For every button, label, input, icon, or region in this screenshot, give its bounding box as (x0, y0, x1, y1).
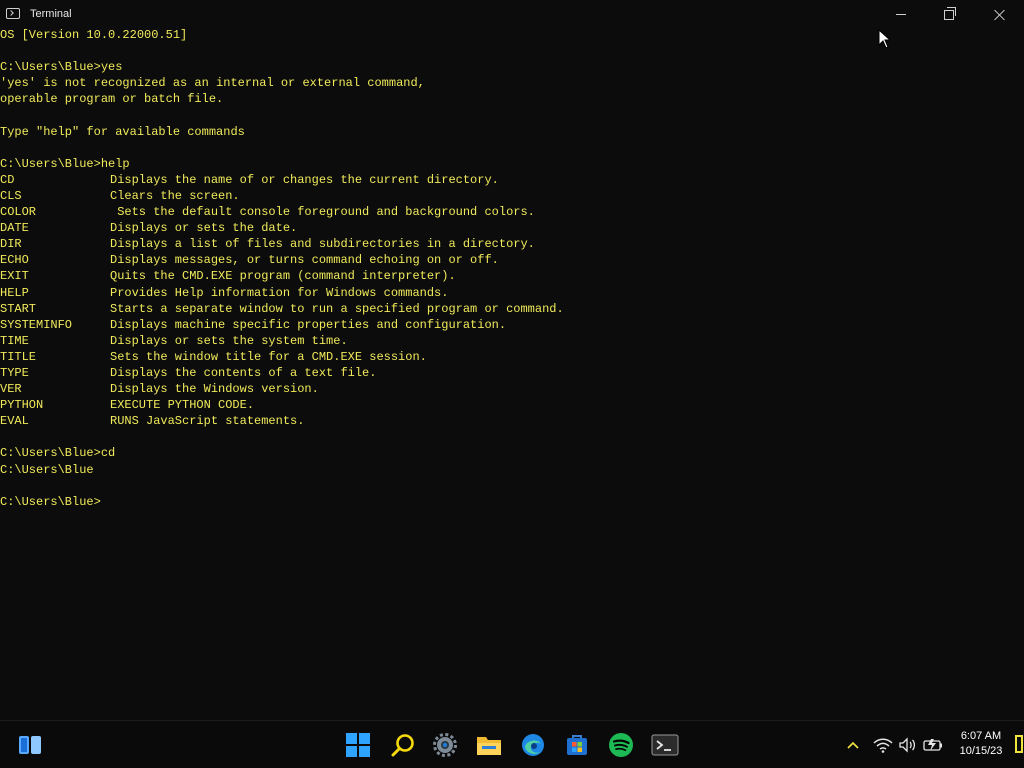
help-description: Quits the CMD.EXE program (command inter… (110, 269, 456, 284)
help-description: Displays a list of files and subdirector… (110, 237, 535, 252)
clock-date: 10/15/23 (959, 745, 1003, 757)
mouse-cursor-icon (878, 29, 890, 49)
maximize-button[interactable] (926, 0, 972, 29)
help-entry: EXIT Quits the CMD.EXE program (command i… (0, 268, 1024, 284)
help-command: EVAL (0, 414, 29, 429)
help-command: ECHO (0, 253, 29, 268)
wifi-icon[interactable] (873, 731, 893, 759)
volume-icon[interactable] (898, 731, 918, 759)
search-icon[interactable] (389, 731, 417, 759)
restore-icon (944, 6, 956, 20)
settings-icon[interactable] (431, 731, 459, 759)
help-command: START (0, 301, 37, 316)
close-button[interactable] (976, 0, 1022, 29)
console-output[interactable]: OS [Version 10.0.22000.51] C:\Users\Blue>… (0, 27, 1024, 717)
console-line: OS [Version 10.0.22000.51] (0, 28, 188, 42)
help-entry: COLOR Sets the default console foregroun… (0, 204, 1024, 220)
help-command: COLOR (0, 205, 37, 220)
help-entry: ECHO Displays messages, or turns command … (0, 252, 1024, 268)
help-entry: EVAL RUNS JavaScript statements. (0, 413, 1024, 429)
minimize-icon (896, 14, 906, 15)
terminal-window: Terminal OS [Version 10.0.22000.51] C:\Us… (0, 0, 1024, 720)
console-line: C:\Users\Blue> (0, 494, 101, 509)
help-description: Displays messages, or turns command echo… (110, 253, 499, 268)
help-description: RUNS JavaScript statements. (110, 414, 305, 429)
terminal-icon[interactable] (651, 731, 679, 759)
help-entry: CD Displays the name of or changes the cu… (0, 172, 1024, 188)
help-description: Provides Help information for Windows co… (110, 285, 449, 300)
help-entry: PYTHON EXECUTE PYTHON CODE. (0, 397, 1024, 413)
spotify-icon[interactable] (607, 731, 635, 759)
help-entry: SYSTEMINFO Displays machine specific prop… (0, 317, 1024, 333)
help-entry: TITLE Sets the window title for a CMD.EXE… (0, 349, 1024, 365)
edge-icon[interactable] (519, 731, 547, 759)
help-description: Displays or sets the date. (110, 221, 298, 236)
help-description: Sets the window title for a CMD.EXE sess… (110, 349, 427, 364)
help-command: CD (0, 172, 15, 187)
store-icon[interactable] (563, 731, 591, 759)
help-entry: DIR Displays a list of files and subdirec… (0, 236, 1024, 252)
help-description: Sets the default console foreground and … (110, 205, 535, 220)
start-icon[interactable] (344, 731, 372, 759)
taskbar: 6:07 AM 10/15/23 (0, 720, 1024, 768)
help-command: TYPE (0, 365, 29, 380)
window-title: Terminal (30, 8, 72, 20)
help-description: Displays the name of or changes the curr… (110, 172, 499, 187)
help-entry: START Starts a separate window to run a s… (0, 301, 1024, 317)
help-entry: HELP Provides Help information for Window… (0, 285, 1024, 301)
help-command: TITLE (0, 349, 37, 364)
terminal-app-icon (6, 8, 20, 19)
system-clock[interactable]: 6:07 AM 10/15/23 (957, 729, 1005, 759)
console-line: Type "help" for available commands (0, 124, 245, 139)
help-command: HELP (0, 285, 29, 300)
notification-button[interactable] (1015, 735, 1023, 753)
help-entry: DATE Displays or sets the date. (0, 220, 1024, 236)
help-command: VER (0, 382, 22, 397)
help-entry: VER Displays the Windows version. (0, 381, 1024, 397)
console-line: C:\Users\Blue>cd (0, 446, 116, 461)
console-line: C:\Users\Blue>yes (0, 60, 123, 75)
help-description: Displays the Windows version. (110, 382, 319, 397)
help-entry: CLS Clears the screen. (0, 188, 1024, 204)
help-entry: TYPE Displays the contents of a text file… (0, 365, 1024, 381)
console-line: C:\Users\Blue (0, 462, 94, 477)
console-line: operable program or batch file. (0, 92, 224, 107)
help-command: TIME (0, 333, 29, 348)
console-line: C:\Users\Blue>help (0, 156, 130, 171)
close-icon (994, 9, 1005, 20)
help-description: Displays or sets the system time. (110, 333, 348, 348)
help-description: Displays machine specific properties and… (110, 317, 507, 332)
help-command: CLS (0, 188, 22, 203)
help-command: DIR (0, 237, 22, 252)
help-command: DATE (0, 221, 29, 236)
console-line: 'yes' is not recognized as an internal o… (0, 76, 425, 91)
title-bar[interactable]: Terminal (0, 0, 1024, 29)
help-description: Displays the contents of a text file. (110, 365, 377, 380)
help-entry: TIME Displays or sets the system time. (0, 333, 1024, 349)
help-description: EXECUTE PYTHON CODE. (110, 398, 255, 413)
file-explorer-icon[interactable] (475, 731, 503, 759)
widgets-icon[interactable] (16, 731, 44, 759)
help-description: Starts a separate window to run a specif… (110, 301, 564, 316)
help-command: PYTHON (0, 398, 44, 413)
chevron-up-icon[interactable] (846, 731, 860, 759)
battery-icon[interactable] (922, 731, 944, 759)
help-description: Clears the screen. (110, 188, 240, 203)
clock-time: 6:07 AM (960, 730, 1002, 742)
help-command: EXIT (0, 269, 29, 284)
minimize-button[interactable] (878, 0, 924, 29)
help-command: SYSTEMINFO (0, 317, 73, 332)
